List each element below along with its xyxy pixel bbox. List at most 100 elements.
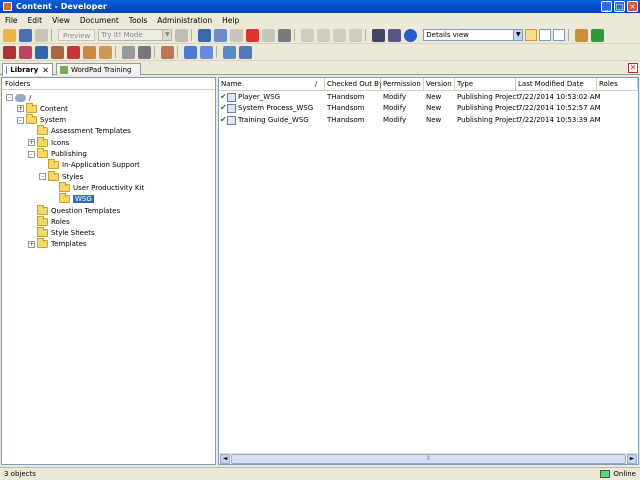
column-header[interactable]: Type [455, 78, 516, 91]
column-header[interactable]: Name [219, 78, 325, 91]
folder-item[interactable]: Roles [28, 215, 70, 227]
maximize-button[interactable]: □ [614, 1, 625, 12]
mode-combo[interactable]: Try It! Mode ▼ [98, 29, 173, 41]
move-up-icon[interactable] [333, 28, 347, 42]
binoculars-icon[interactable] [372, 28, 386, 42]
collapse-icon[interactable]: - [28, 150, 35, 158]
folder-label: User Productivity Kit [73, 183, 145, 192]
new-module-icon[interactable] [3, 45, 16, 59]
delete-icon[interactable] [246, 28, 260, 42]
check-out-icon[interactable] [200, 45, 213, 59]
folder-item[interactable]: In-Application Support [39, 159, 140, 171]
rename-icon[interactable] [262, 28, 276, 42]
menu-document[interactable]: Document [75, 16, 124, 25]
get-latest-icon[interactable] [223, 45, 236, 59]
folder-item[interactable]: + Content [17, 102, 68, 114]
column-header[interactable]: Roles [597, 78, 638, 91]
folder-item[interactable]: - System [17, 114, 66, 126]
tab-wordpad-training[interactable]: WordPad Training [56, 63, 141, 75]
table-row[interactable]: ✔ Player_WSG THandsom Modify New Publishing P… [219, 92, 638, 103]
folder-icon [48, 159, 59, 170]
refresh-icon[interactable] [591, 28, 605, 42]
redo-icon[interactable] [317, 28, 331, 42]
menu-help[interactable]: Help [217, 16, 244, 25]
folder-label: Roles [51, 217, 70, 226]
columns-view-icon[interactable] [553, 29, 566, 41]
document-list: Name Checked Out By Permission Version Type L… [218, 77, 639, 465]
folder-item[interactable]: + Icons [28, 136, 70, 148]
cell-version: New [426, 104, 442, 113]
new-web-page-icon[interactable] [67, 45, 80, 59]
menu-file[interactable]: File [0, 16, 23, 25]
column-header[interactable]: Version [424, 78, 455, 91]
expand-icon[interactable]: + [28, 240, 35, 248]
cut-icon[interactable] [198, 28, 212, 42]
scroll-thumb[interactable]: ⦀ [231, 454, 626, 464]
collapse-icon[interactable]: - [17, 116, 24, 124]
record-icon[interactable] [83, 45, 96, 59]
folder-item[interactable]: Style Sheets [28, 227, 95, 239]
table-row[interactable]: ✔ Training Guide_WSG THandsom Modify New Publ… [219, 115, 638, 126]
table-row[interactable]: ✔ System Process_WSG THandsom Modify New Publ… [219, 103, 638, 114]
collapse-icon[interactable]: - [39, 173, 46, 181]
open-folder-icon[interactable] [3, 28, 16, 42]
link-icon[interactable] [122, 45, 135, 59]
folder-item[interactable]: + Templates [28, 238, 87, 250]
folder-item[interactable]: User Productivity Kit [50, 181, 145, 193]
menu-edit[interactable]: Edit [23, 16, 48, 25]
copy-icon[interactable] [214, 28, 228, 42]
close-button[interactable]: × [627, 1, 638, 12]
menu-view[interactable]: View [47, 16, 75, 25]
folder-options-icon[interactable] [575, 28, 589, 42]
properties-icon[interactable] [175, 28, 189, 42]
folder-item[interactable]: - / [6, 92, 31, 103]
new-section-icon[interactable] [19, 45, 32, 59]
folder-label: Content [40, 104, 68, 113]
library-icon [6, 66, 8, 74]
horizontal-scrollbar[interactable]: ◄ ⦀ ► [220, 453, 637, 464]
scroll-left-button[interactable]: ◄ [220, 454, 230, 464]
folder-icon [37, 136, 48, 147]
folder-icon [37, 215, 48, 226]
undo-icon[interactable] [301, 28, 315, 42]
move-down-icon[interactable] [349, 28, 363, 42]
object-count: 3 objects [4, 470, 36, 478]
paste-icon[interactable] [230, 28, 244, 42]
details-view-icon[interactable] [525, 29, 538, 41]
folder-label: Icons [51, 138, 70, 147]
folder-item[interactable]: Assessment Templates [28, 125, 131, 137]
column-header[interactable]: Checked Out By [325, 78, 383, 91]
help-icon[interactable] [404, 28, 418, 42]
spelling-icon[interactable] [388, 28, 402, 42]
find-icon[interactable] [278, 28, 292, 42]
expand-icon[interactable]: + [28, 139, 35, 147]
close-pane-icon[interactable]: ✕ [628, 63, 638, 73]
tab-library[interactable]: Library ✕ [2, 63, 53, 76]
menu-tools[interactable]: Tools [124, 16, 152, 25]
edit-document-icon[interactable] [161, 45, 174, 59]
scroll-right-button[interactable]: ► [627, 454, 637, 464]
attach-dropdown-icon[interactable] [138, 45, 151, 59]
print-icon[interactable] [35, 28, 48, 42]
collapse-icon[interactable]: - [6, 94, 13, 101]
check-in-icon[interactable] [184, 45, 197, 59]
folder-item[interactable]: Question Templates [28, 204, 120, 216]
save-icon[interactable] [19, 28, 32, 42]
folder-item[interactable]: - Styles [39, 170, 83, 182]
column-header[interactable]: Permission [381, 78, 424, 91]
preview-button[interactable]: Preview [58, 29, 96, 41]
folder-label: / [29, 93, 32, 102]
new-topic-icon[interactable] [35, 45, 48, 59]
folder-item[interactable]: - Publishing [28, 148, 87, 160]
view-combo[interactable]: Details view ▼ [423, 29, 524, 41]
new-package-icon[interactable] [51, 45, 64, 59]
column-header[interactable]: Last Modified Date [516, 78, 597, 91]
minimize-button[interactable]: _ [601, 1, 612, 12]
menu-administration[interactable]: Administration [152, 16, 217, 25]
folder-item[interactable]: WSG [50, 193, 94, 205]
expand-icon[interactable]: + [17, 105, 24, 113]
publish-icon[interactable] [99, 45, 112, 59]
split-view-icon[interactable] [539, 29, 552, 41]
close-tab-icon[interactable]: ✕ [42, 66, 49, 75]
history-icon[interactable] [239, 45, 252, 59]
